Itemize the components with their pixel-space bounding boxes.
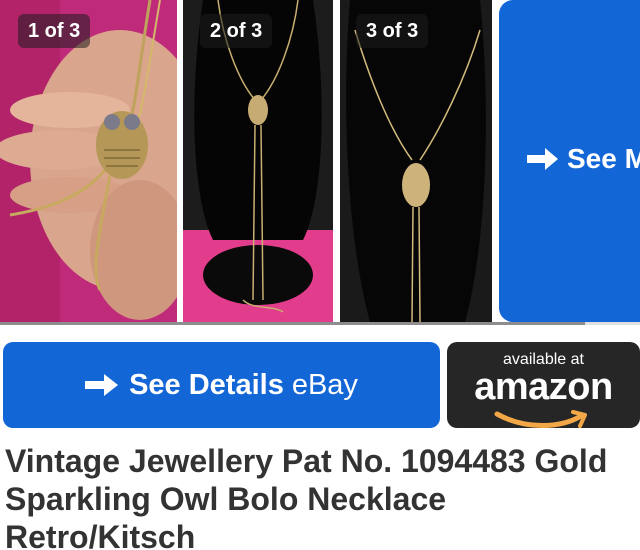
- product-photo-3[interactable]: [340, 0, 492, 322]
- see-details-ebay-button[interactable]: See Details eBay: [3, 342, 440, 428]
- product-photo-1[interactable]: 1 of 3: [0, 0, 177, 322]
- available-at-amazon-button[interactable]: available at amazon: [447, 342, 640, 428]
- amazon-smile-logo: [494, 410, 587, 428]
- carousel-scrollbar-thumb[interactable]: [0, 322, 585, 325]
- product-title: Vintage Jewellery Pat No. 1094483 Gold S…: [5, 443, 608, 550]
- photo-1-image: [0, 0, 177, 322]
- ebay-button-label: See Details: [129, 368, 284, 401]
- photo-counter: 1 of 3: [18, 14, 91, 48]
- arrow-right-icon: [527, 148, 558, 170]
- ebay-button-store: eBay: [291, 368, 358, 401]
- photo-3-image: [340, 0, 492, 322]
- photo-2-image: [183, 0, 333, 322]
- photo-counter: 3 of 3: [356, 14, 429, 48]
- see-more-label: See M: [567, 143, 640, 174]
- product-photo-2[interactable]: [183, 0, 333, 322]
- amazon-logo-text: amazon: [474, 366, 613, 408]
- carousel-scrollbar[interactable]: [0, 322, 640, 325]
- see-more-tile[interactable]: See M: [499, 0, 640, 322]
- arrow-right-icon: [85, 374, 119, 396]
- photo-counter: 2 of 3: [200, 14, 273, 48]
- photo-carousel[interactable]: 1 of 3 2 of 3 3 of 3 See M: [0, 0, 640, 325]
